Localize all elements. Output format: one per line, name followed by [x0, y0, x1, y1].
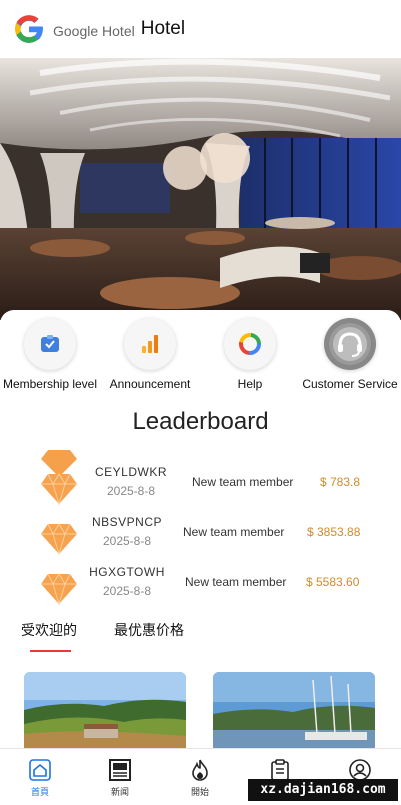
hotel-card[interactable] — [213, 672, 375, 752]
member-desc: New team member — [192, 475, 294, 489]
member-name: NBSVPNCP — [91, 515, 163, 529]
bar-chart-icon — [142, 335, 158, 353]
headset-icon — [329, 323, 371, 365]
nav-start-label: 開始 — [190, 787, 209, 797]
member-desc: New team member — [185, 575, 287, 589]
customer-service-label: Customer Service — [302, 377, 398, 391]
leaderboard-row: NBSVPNCP 2025-8-8 New team member $ 3853… — [0, 515, 401, 568]
quick-actions: Membership level Announcement Help Custo… — [0, 318, 401, 398]
member-desc: New team member — [183, 525, 285, 539]
active-tab-indicator — [30, 650, 71, 652]
hotel-card[interactable] — [24, 672, 186, 752]
membership-tag-icon — [41, 335, 59, 352]
customer-service-button[interactable]: Customer Service — [300, 318, 400, 391]
tab-popular[interactable]: 受欢迎的 — [21, 620, 77, 640]
help-label: Help — [237, 377, 263, 391]
member-amount: $ 5583.60 — [306, 575, 360, 589]
help-button[interactable]: Help — [200, 318, 300, 391]
member-date: 2025-8-8 — [102, 584, 152, 598]
leaderboard-list: CEYLDWKR 2025-8-8 New team member $ 783.… — [0, 448, 401, 608]
news-icon — [109, 759, 131, 781]
diamond-icon — [41, 573, 77, 606]
watermark-text: xz.dajian168.com — [248, 779, 398, 801]
membership-level-label: Membership level — [2, 377, 98, 391]
logo-label: Google Hotel — [53, 23, 135, 39]
nav-home-label: 首頁 — [30, 787, 49, 797]
app-header: Google Hotel Hotel — [0, 0, 401, 58]
member-name: HGXGTOWH — [89, 565, 165, 579]
hotel-card-image — [24, 672, 186, 752]
member-amount: $ 3853.88 — [307, 525, 361, 539]
member-date: 2025-8-8 — [106, 484, 156, 498]
nav-news-label: 新闻 — [110, 787, 129, 797]
category-tabs: 受欢迎的 最优惠价格 — [0, 612, 401, 656]
content-panel: Membership level Announcement Help Custo… — [0, 310, 401, 610]
google-logo-icon — [15, 15, 43, 43]
diamond-icon — [41, 473, 77, 506]
leaderboard-row: CEYLDWKR 2025-8-8 New team member $ 783.… — [0, 465, 401, 518]
nav-news[interactable]: 新闻 — [80, 749, 160, 805]
flame-icon — [192, 759, 208, 781]
nav-home[interactable]: 首頁 — [0, 749, 80, 805]
nav-start[interactable]: 開始 — [160, 749, 240, 805]
membership-level-button[interactable]: Membership level — [0, 318, 100, 391]
announcement-label: Announcement — [109, 377, 191, 391]
hero-banner-image — [0, 58, 401, 320]
member-amount: $ 783.8 — [320, 475, 361, 489]
hotel-card-image — [213, 672, 375, 752]
tab-best-price[interactable]: 最优惠价格 — [114, 620, 184, 640]
home-icon — [29, 759, 51, 781]
leaderboard-title: Leaderboard — [132, 408, 269, 435]
diamond-icon — [41, 523, 77, 556]
announcement-button[interactable]: Announcement — [100, 318, 200, 391]
page-title: Hotel — [140, 18, 186, 39]
member-name: CEYLDWKR — [94, 465, 167, 479]
leaderboard-row: HGXGTOWH 2025-8-8 New team member $ 5583… — [0, 565, 401, 608]
google-o-icon — [239, 333, 261, 355]
member-date: 2025-8-8 — [102, 534, 152, 548]
